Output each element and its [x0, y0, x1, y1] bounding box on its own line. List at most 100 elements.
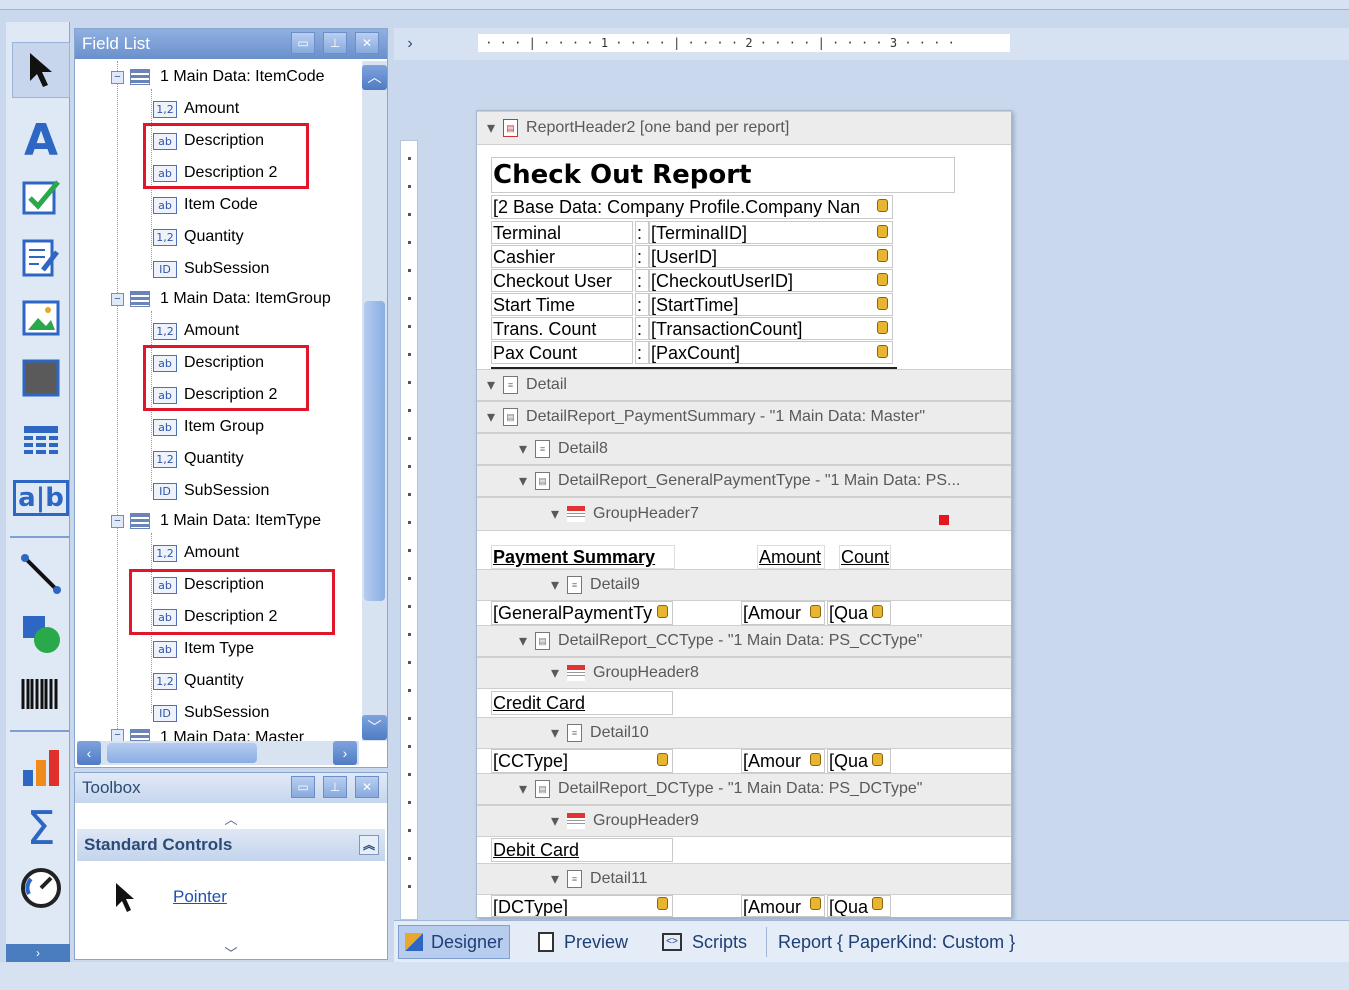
info-colon[interactable]: :	[635, 245, 649, 268]
info-colon[interactable]: :	[635, 221, 649, 244]
count-header[interactable]: Count	[839, 545, 891, 569]
collapse-icon[interactable]: −	[111, 514, 124, 528]
character-comb-tool[interactable]: a|b	[12, 470, 70, 526]
tree-item[interactable]: ID SubSession	[153, 255, 269, 283]
tree-item[interactable]: 1,2 Amount	[153, 95, 239, 123]
tree-group-master[interactable]: − 1 Main Data: Master	[111, 729, 304, 741]
tab-preview[interactable]: Preview	[532, 925, 634, 959]
panel-tool[interactable]	[12, 350, 70, 406]
band-detail11[interactable]: ▾ ≡ Detail11	[477, 863, 1011, 895]
company-name-field[interactable]: [2 Base Data: Company Profile.Company Na…	[491, 195, 893, 219]
dock-button[interactable]: ▭	[291, 32, 315, 54]
pin-button[interactable]: ⊥	[323, 32, 347, 54]
scroll-down-icon[interactable]: ﹀	[75, 943, 387, 962]
tree-item[interactable]: ID SubSession	[153, 699, 269, 727]
tab-scripts[interactable]: <> Scripts	[656, 925, 753, 959]
info-label[interactable]: Checkout User	[491, 269, 633, 292]
band-detail8[interactable]: ▾ ≡ Detail8	[477, 433, 1011, 465]
info-value[interactable]: [CheckoutUserID]	[649, 269, 893, 292]
standard-controls-section[interactable]: Standard Controls ︽	[77, 829, 385, 861]
tree-item[interactable]: 1,2 Quantity	[153, 223, 244, 251]
summary-tool[interactable]: Σ	[12, 800, 70, 856]
info-colon[interactable]: :	[635, 269, 649, 292]
horizontal-scrollbar[interactable]: ‹ ›	[77, 741, 359, 765]
band-detail-report-general[interactable]: ▾ ▤ DetailReport_GeneralPaymentType - "1 …	[477, 465, 1011, 497]
scroll-thumb[interactable]	[364, 301, 385, 601]
tree-item[interactable]: 1,2 Quantity	[153, 445, 244, 473]
info-label[interactable]: Cashier	[491, 245, 633, 268]
tree-group-itemtype[interactable]: − 1 Main Data: ItemType	[111, 507, 321, 535]
info-colon[interactable]: :	[635, 293, 649, 316]
report-title[interactable]: Check Out Report	[491, 157, 955, 193]
collapse-icon[interactable]: −	[111, 70, 124, 84]
scroll-left-button[interactable]: ‹	[77, 741, 101, 765]
debit-card-label[interactable]: Debit Card	[491, 838, 673, 862]
band-detail-report-payment[interactable]: ▾ ▤ DetailReport_PaymentSummary - "1 Main…	[477, 401, 1011, 433]
collapse-icon[interactable]: −	[111, 729, 124, 741]
tree-item[interactable]: ab Item Group	[153, 413, 264, 441]
info-value[interactable]: [PaxCount]	[649, 341, 893, 364]
pointer-tool[interactable]	[12, 42, 70, 98]
band-group-header7[interactable]: ▾ GroupHeader7	[477, 497, 1011, 531]
info-value[interactable]: [StartTime]	[649, 293, 893, 316]
tree-group-itemgroup[interactable]: − 1 Main Data: ItemGroup	[111, 285, 331, 313]
close-panel-button[interactable]: ✕	[355, 776, 379, 798]
band-group-header8[interactable]: ▾ GroupHeader8	[477, 657, 1011, 689]
pin-button[interactable]: ⊥	[323, 776, 347, 798]
picture-tool[interactable]	[12, 290, 70, 346]
collapse-section-icon[interactable]: ︽	[359, 835, 379, 855]
tree-item[interactable]: ab Item Type	[153, 635, 254, 663]
info-label[interactable]: Pax Count	[491, 341, 633, 364]
cc-type-field[interactable]: [CCType]	[491, 749, 673, 773]
info-colon[interactable]: :	[635, 341, 649, 364]
tree-item[interactable]: 1,2 Amount	[153, 317, 239, 345]
gauge-tool[interactable]	[12, 860, 70, 916]
scroll-thumb[interactable]	[107, 743, 257, 763]
collapse-panel-button[interactable]: ›	[398, 32, 422, 56]
scroll-up-icon[interactable]: ︿	[75, 809, 387, 827]
band-report-header[interactable]: ▾ ▤ ReportHeader2 [one band per report]	[477, 111, 1011, 145]
payment-summary-label[interactable]: Payment Summary	[491, 545, 675, 569]
label-tool[interactable]: A	[12, 112, 70, 168]
info-value[interactable]: [TerminalID]	[649, 221, 893, 244]
tree-item[interactable]: 1,2 Quantity	[153, 667, 244, 695]
info-value[interactable]: [UserID]	[649, 245, 893, 268]
credit-card-label[interactable]: Credit Card	[491, 691, 673, 715]
band-group-header9[interactable]: ▾ GroupHeader9	[477, 805, 1011, 837]
vertical-scrollbar[interactable]: ︿ ﹀	[362, 61, 387, 741]
table-tool[interactable]	[12, 412, 70, 468]
ruler-tick	[408, 325, 411, 328]
dc-type-field[interactable]: [DCType]	[491, 895, 673, 917]
band-detail10[interactable]: ▾ ≡ Detail10	[477, 717, 1011, 749]
tab-designer[interactable]: Designer	[398, 925, 511, 959]
amount-header[interactable]: Amount	[757, 545, 825, 569]
scroll-down-button[interactable]: ﹀	[362, 715, 387, 740]
info-label[interactable]: Trans. Count	[491, 317, 633, 340]
scroll-right-button[interactable]: ›	[333, 741, 357, 765]
band-detail9[interactable]: ▾ ≡ Detail9	[477, 569, 1011, 601]
band-detail[interactable]: ▾ ≡ Detail	[477, 369, 1011, 401]
expand-toolbar-button[interactable]: ›	[6, 944, 70, 962]
info-colon[interactable]: :	[635, 317, 649, 340]
tree-item[interactable]: ab Item Code	[153, 191, 258, 219]
checkbox-tool[interactable]	[12, 170, 70, 226]
dock-button[interactable]: ▭	[291, 776, 315, 798]
shape-tool[interactable]	[12, 606, 70, 662]
tree-item[interactable]: 1,2 Amount	[153, 539, 239, 567]
info-label[interactable]: Start Time	[491, 293, 633, 316]
close-panel-button[interactable]: ✕	[355, 32, 379, 54]
pointer-item[interactable]: Pointer	[113, 881, 227, 913]
collapse-icon[interactable]: −	[111, 292, 124, 306]
band-detail-report-cc[interactable]: ▾ ▤ DetailReport_CCType - "1 Main Data: P…	[477, 625, 1011, 657]
general-payment-type-field[interactable]: [GeneralPaymentTy	[491, 601, 673, 625]
richtext-tool[interactable]	[12, 230, 70, 286]
tree-item[interactable]: ID SubSession	[153, 477, 269, 505]
chart-tool[interactable]	[12, 740, 70, 796]
info-value[interactable]: [TransactionCount]	[649, 317, 893, 340]
barcode-tool[interactable]	[12, 666, 70, 722]
info-label[interactable]: Terminal	[491, 221, 633, 244]
band-detail-report-dc[interactable]: ▾ ▤ DetailReport_DCType - "1 Main Data: P…	[477, 773, 1011, 805]
scroll-up-button[interactable]: ︿	[362, 65, 387, 90]
tree-group-itemcode[interactable]: − 1 Main Data: ItemCode	[111, 63, 325, 91]
line-tool[interactable]	[12, 546, 70, 602]
